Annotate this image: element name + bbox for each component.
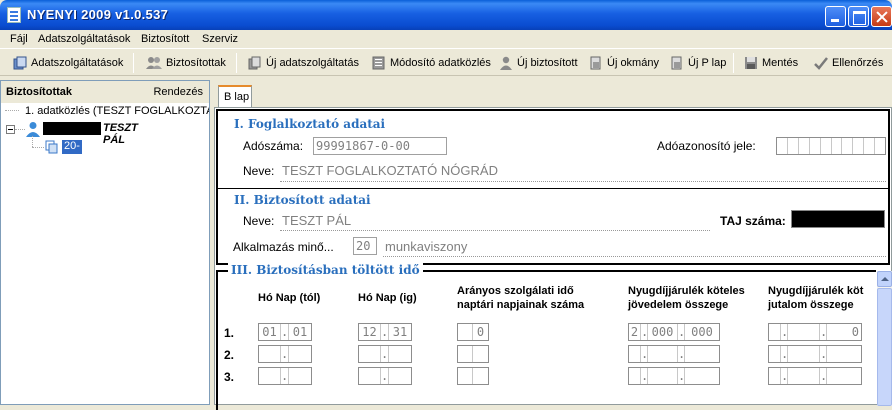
- menu-biztositott[interactable]: Biztosított: [141, 33, 189, 45]
- row2-from-field[interactable]: .: [258, 345, 312, 363]
- check-icon: [814, 56, 828, 70]
- insured-tree-panel: Biztosítottak Rendezés 1. adatközlés (TE…: [0, 80, 210, 405]
- col-bonus-line1: Nyugdíjjárulék köt: [768, 285, 864, 297]
- sort-button[interactable]: Rendezés: [153, 86, 203, 98]
- tree-panel-title: Biztosítottak: [6, 86, 72, 98]
- page-icon: [670, 56, 684, 70]
- new-documents-icon: [248, 56, 262, 70]
- employer-name-field[interactable]: TESZT FOGLALKOZTATÓ NÓGRÁD: [282, 163, 498, 178]
- taj-field[interactable]: [791, 210, 885, 228]
- row1-to-field[interactable]: 12. 31: [358, 323, 412, 341]
- row3-income-field[interactable]: ..: [628, 367, 720, 385]
- periods-section: III. Biztosításban töltött idő Hó Nap (t…: [216, 263, 876, 410]
- user-add-icon: [499, 56, 513, 70]
- tree-item-document[interactable]: 20-: [62, 140, 82, 154]
- uj-p-lap-button[interactable]: Új P lap: [670, 53, 726, 73]
- document-icon: [589, 56, 603, 70]
- employer-name-label: Neve:: [243, 164, 275, 178]
- save-icon: [744, 56, 758, 70]
- menu-file[interactable]: Fájl: [10, 33, 28, 45]
- tax-id-field[interactable]: [776, 137, 886, 155]
- section-divider: [218, 188, 888, 189]
- row3-to-field[interactable]: .: [358, 367, 412, 385]
- col-days-line1: Arányos szolgálati idő: [457, 285, 574, 297]
- employer-insured-section: I. Foglalkoztató adatai Adószáma: 999918…: [216, 109, 890, 265]
- users-icon: [146, 56, 162, 70]
- employment-code-field[interactable]: 20: [353, 237, 377, 255]
- tax-number-label: Adószáma:: [243, 139, 304, 153]
- edit-document-icon: [372, 56, 386, 70]
- taj-label: TAJ száma:: [720, 214, 786, 228]
- menu-adatszolgaltatasok[interactable]: Adatszolgáltatások: [38, 33, 130, 45]
- b-lap-pane: I. Foglalkoztató adatai Adószáma: 999918…: [214, 107, 892, 410]
- col-bonus-line2: jutalom összege: [768, 299, 854, 311]
- row1-income-field[interactable]: 2. 000. 000: [628, 323, 720, 341]
- row2-income-field[interactable]: ..: [628, 345, 720, 363]
- col-to: Hó Nap (ig): [358, 292, 417, 304]
- insured-section-title: II. Biztosított adatai: [234, 193, 371, 207]
- row1-from-field[interactable]: 01. 01: [258, 323, 312, 341]
- tree-panel-header: Biztosítottak Rendezés: [1, 81, 209, 103]
- close-button[interactable]: [871, 6, 892, 27]
- minimize-button[interactable]: [825, 6, 846, 27]
- scroll-up-button[interactable]: [877, 271, 892, 287]
- adatszolgaltatasok-button[interactable]: Adatszolgáltatások: [13, 53, 123, 73]
- insured-name-field[interactable]: TESZT PÁL: [282, 213, 351, 228]
- row-label: 2.: [224, 348, 235, 362]
- employment-type-label: Alkalmazás minő...: [233, 240, 334, 254]
- employment-type-field[interactable]: munkaviszony: [385, 239, 467, 254]
- app-icon: [7, 7, 21, 23]
- scroll-thumb[interactable]: [877, 288, 892, 406]
- window-title: NYENYI 2009 v1.0.537: [27, 7, 169, 22]
- tax-number-field[interactable]: 99991867-0-00: [313, 137, 447, 155]
- row3-bonus-field[interactable]: ..: [768, 367, 862, 385]
- periods-section-title: III. Biztosításban töltött idő: [228, 263, 423, 277]
- vertical-scrollbar[interactable]: [877, 271, 892, 406]
- row2-to-field[interactable]: .: [358, 345, 412, 363]
- tree-item-person[interactable]: TESZT PÁL: [103, 122, 138, 146]
- document-stack-icon: [45, 140, 59, 154]
- tree-item-adatkozles[interactable]: 1. adatközlés (TESZT FOGLALKOZTATÓ: [25, 105, 209, 117]
- biztositottak-button[interactable]: Biztosítottak: [146, 53, 226, 73]
- col-income-line2: jövedelem összege: [628, 299, 729, 311]
- ellenorzes-button[interactable]: Ellenőrzés: [814, 53, 883, 73]
- row-label: 1.: [224, 326, 235, 340]
- menu-szerviz[interactable]: Szerviz: [202, 33, 238, 45]
- tax-id-label: Adóazonosító jele:: [657, 139, 756, 153]
- row-label: 3.: [224, 370, 235, 384]
- menu-bar: Fájl Adatszolgáltatások Biztosított Szer…: [0, 30, 892, 48]
- title-bar: NYENYI 2009 v1.0.537: [0, 0, 892, 30]
- uj-adatszolgaltatas-button[interactable]: Új adatszolgáltatás: [248, 53, 359, 73]
- row3-from-field[interactable]: .: [258, 367, 312, 385]
- col-from: Hó Nap (tól): [258, 292, 321, 304]
- col-income-line1: Nyugdíjjárulék köteles: [628, 285, 745, 297]
- form-area: B lap I. Foglalkoztató adatai Adószáma: …: [214, 80, 892, 410]
- row1-bonus-field[interactable]: ..0: [768, 323, 862, 341]
- tab-b-lap[interactable]: B lap: [218, 85, 252, 107]
- row2-days-field[interactable]: [457, 345, 489, 363]
- uj-okmany-button[interactable]: Új okmány: [589, 53, 659, 73]
- row3-days-field[interactable]: [457, 367, 489, 385]
- redacted-id-bar: [43, 122, 101, 135]
- toolbar: Adatszolgáltatások Biztosítottak Új adat…: [0, 48, 892, 76]
- person-icon: [25, 121, 41, 137]
- employer-section-title: I. Foglalkoztató adatai: [234, 117, 386, 131]
- uj-biztositott-button[interactable]: Új biztosított: [499, 53, 578, 73]
- documents-icon: [13, 56, 27, 70]
- modosito-adatkozles-button[interactable]: Módosító adatközlés: [372, 53, 491, 73]
- row1-days-field[interactable]: 0: [457, 323, 489, 341]
- insured-name-label: Neve:: [243, 214, 275, 228]
- tree-collapse-toggle[interactable]: [6, 125, 15, 134]
- mentes-button[interactable]: Mentés: [744, 53, 798, 73]
- col-days-line2: naptári napjainak száma: [457, 299, 585, 311]
- row2-bonus-field[interactable]: ..: [768, 345, 862, 363]
- maximize-button[interactable]: [848, 6, 869, 27]
